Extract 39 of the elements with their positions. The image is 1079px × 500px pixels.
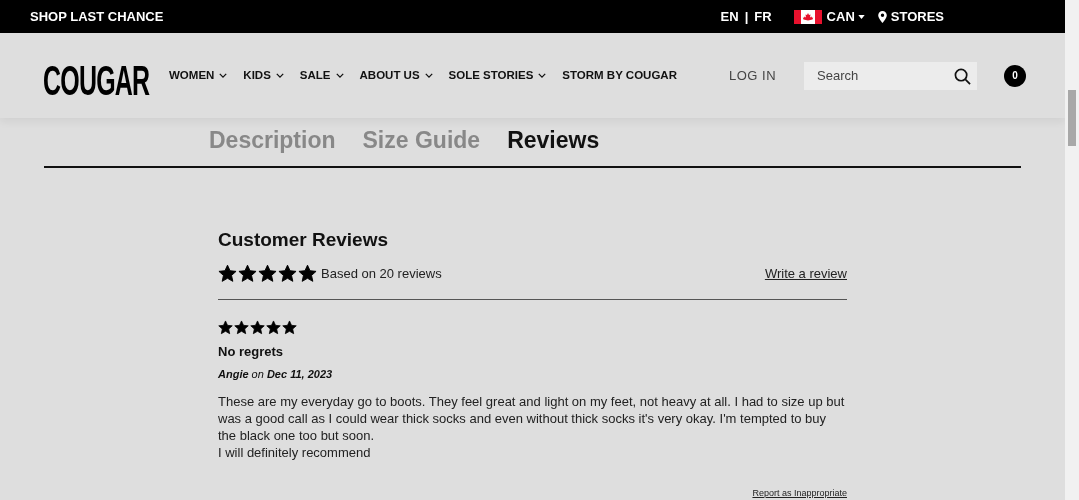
write-review-link[interactable]: Write a review	[764, 263, 847, 283]
logo[interactable]: COUGAR	[43, 59, 150, 102]
nav-link[interactable]: SOLE STORIES	[448, 66, 547, 85]
star-icon	[258, 263, 277, 283]
review-title: No regrets	[218, 343, 285, 361]
search-field[interactable]: Search	[804, 61, 978, 90]
nav-link[interactable]: ABOUT US	[359, 66, 433, 85]
star-icon	[278, 263, 297, 283]
star-icon	[234, 320, 249, 335]
nav-link[interactable]: SALE	[299, 66, 344, 85]
star-icon	[266, 320, 281, 335]
review-text: These are my everyday go to boots. They feel great and light on my feet, not heavy at all. I had to size up but was a good call as I could wear thick socks and even without thick socks it's very okay. I'm tempted to buy the black one too but soon. I will definitely recommend	[218, 393, 846, 461]
separator: |	[744, 7, 749, 26]
promo-link[interactable]: SHOP LAST CHANCE	[30, 6, 164, 27]
nav-link[interactable]: KIDS	[243, 66, 284, 85]
stores-link[interactable]: STORES	[890, 6, 944, 27]
star-icon	[298, 263, 317, 283]
star-icon	[250, 320, 265, 335]
star-icon	[282, 320, 297, 335]
flag-icon	[793, 9, 822, 24]
report-link[interactable]: Report as Inappropriate	[752, 487, 847, 500]
location-pin-icon	[877, 10, 887, 23]
caret-icon	[857, 14, 865, 19]
nav-link[interactable]: WOMEN	[169, 66, 228, 85]
login-link[interactable]: LOG IN	[728, 65, 777, 86]
review-summary: Based on 20 reviews	[321, 264, 442, 283]
language-link[interactable]: EN	[720, 6, 739, 27]
scrollbar[interactable]	[1065, 0, 1079, 500]
section-title: Customer Reviews	[218, 228, 389, 252]
star-icon	[238, 263, 257, 283]
star-icon	[218, 320, 233, 335]
cart-count-badge[interactable]: 0	[1004, 64, 1027, 87]
search-icon[interactable]	[954, 67, 972, 85]
language-link[interactable]: FR	[754, 6, 772, 27]
star-icon	[218, 263, 237, 283]
review-byline: Angie on Dec 11, 2023	[218, 366, 334, 382]
nav-link[interactable]: STORM BY COUGAR	[562, 66, 677, 85]
country-selector[interactable]: CAN	[826, 6, 865, 27]
tab[interactable]: Reviews	[507, 123, 600, 158]
